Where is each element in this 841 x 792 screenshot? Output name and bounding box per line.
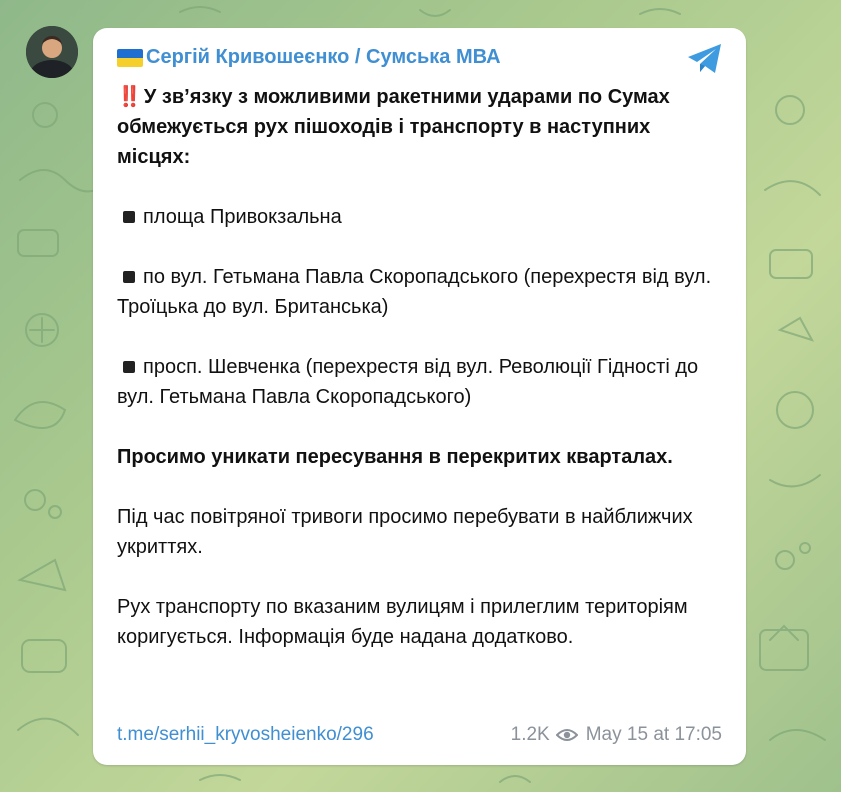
black-square-icon — [123, 270, 135, 283]
request-paragraph: Просимо уникати пересування в перекритих… — [117, 446, 673, 468]
place-2: по вул. Гетьмана Павла Скоропадського (п… — [117, 266, 712, 318]
list-item: просп. Шевченка (перехрестя від вул. Рев… — [117, 352, 727, 412]
black-square-icon — [123, 210, 135, 223]
intro-paragraph: ‼️ У зв’язку з можливими ракетними ударам… — [117, 82, 727, 172]
channel-title-text: Сергій Кривошеєнко / Сумська МВА — [146, 46, 501, 68]
avatar-photo-icon — [26, 26, 78, 78]
message-body: ‼️ У зв’язку з можливими ракетними ударам… — [117, 82, 727, 652]
eye-icon — [555, 729, 578, 741]
telegram-plane-icon[interactable] — [686, 42, 724, 76]
post-link[interactable]: t.me/serhii_kryvosheienko/296 — [117, 724, 374, 746]
ukraine-flag-icon — [117, 48, 143, 67]
message-meta: 1.2K May 15 at 17:05 — [511, 724, 722, 746]
double-exclamation-icon: ‼️ — [117, 86, 142, 108]
place-3: просп. Шевченка (перехрестя від вул. Рев… — [117, 356, 699, 408]
black-square-icon — [123, 360, 135, 373]
message-footer: t.me/serhii_kryvosheienko/296 1.2K May 1… — [117, 721, 722, 749]
intro-text: У зв’язку з можливими ракетними ударами … — [117, 86, 670, 168]
place-1: площа Привокзальна — [143, 206, 342, 228]
channel-title[interactable]: Сергій Кривошеєнко / Сумська МВА — [117, 46, 501, 69]
view-count: 1.2K — [510, 724, 550, 745]
list-item: по вул. Гетьмана Павла Скоропадського (п… — [117, 262, 727, 322]
channel-avatar[interactable] — [26, 26, 78, 78]
timestamp: May 15 at 17:05 — [585, 724, 722, 745]
list-item: площа Привокзальна — [117, 202, 727, 232]
traffic-paragraph: Рух транспорту по вказаним вулицям і при… — [117, 596, 688, 648]
message-card: Сергій Кривошеєнко / Сумська МВА ‼️ У зв’… — [93, 28, 746, 765]
alarm-paragraph: Під час повітряної тривоги просимо переб… — [117, 506, 693, 558]
